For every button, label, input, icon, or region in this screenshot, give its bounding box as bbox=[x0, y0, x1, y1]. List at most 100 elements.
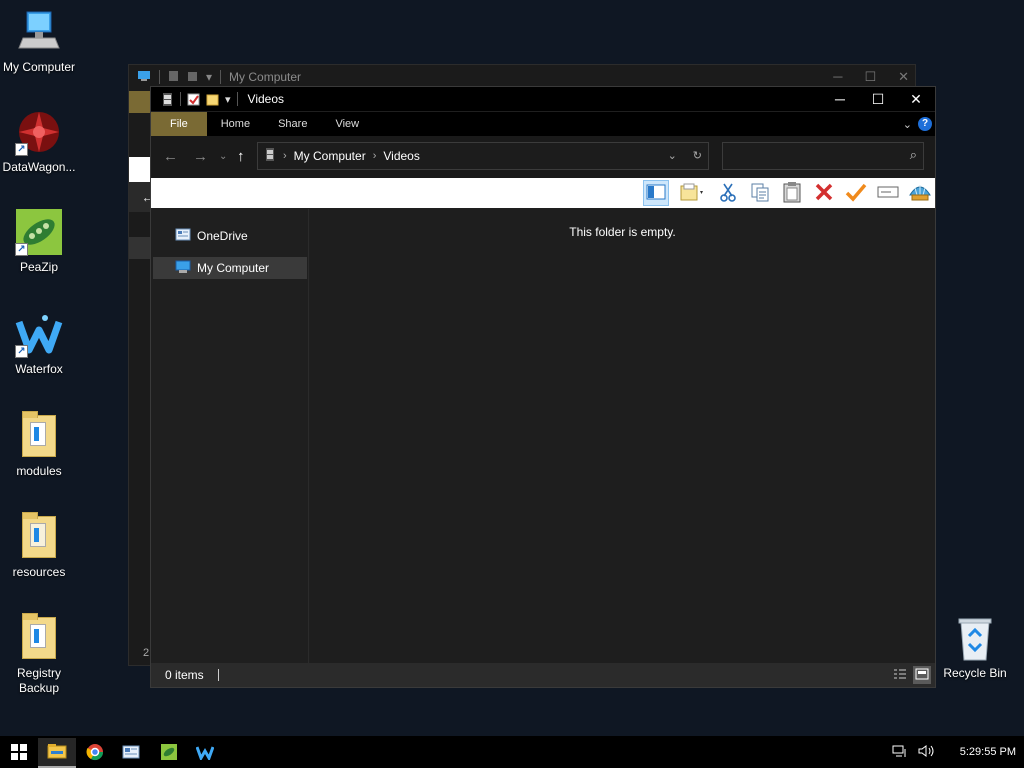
large-icons-view-icon bbox=[915, 668, 929, 683]
forward-arrow-icon[interactable]: → bbox=[193, 148, 208, 165]
copy-button[interactable] bbox=[747, 180, 773, 206]
desktop-icon-datawagon[interactable]: ↗ DataWagon... bbox=[0, 108, 78, 175]
address-row: ← → ⌄ ↑ › My Computer › Videos ⌄ ↻ ⌕ bbox=[151, 136, 935, 178]
taskbar-app-window[interactable] bbox=[112, 738, 150, 768]
breadcrumb-my-computer[interactable]: My Computer bbox=[294, 149, 366, 163]
delete-x-icon bbox=[814, 182, 834, 205]
breadcrumb-videos[interactable]: Videos bbox=[383, 149, 419, 163]
rename-button[interactable] bbox=[875, 180, 901, 206]
dropdown-icon: ▾ bbox=[206, 70, 213, 84]
navigation-pane-button[interactable] bbox=[643, 180, 669, 206]
tab-share[interactable]: Share bbox=[264, 112, 321, 136]
tab-home[interactable]: Home bbox=[207, 112, 264, 136]
desktop-icon-label: Registry Backup bbox=[16, 666, 61, 695]
up-arrow-icon[interactable]: ↑ bbox=[237, 148, 245, 165]
computer-icon bbox=[15, 8, 63, 56]
desktop-icon-resources[interactable]: resources bbox=[0, 512, 78, 580]
nav-item-label: My Computer bbox=[197, 261, 270, 275]
titlebar[interactable]: ▾ Videos ─ ☐ ✕ bbox=[151, 87, 935, 111]
file-list-area[interactable]: This folder is empty. bbox=[310, 209, 935, 665]
search-box[interactable]: ⌕ bbox=[722, 142, 924, 170]
expand-ribbon-icon[interactable]: ⌄ bbox=[903, 118, 912, 131]
system-tray: 5:29:55 PM bbox=[892, 736, 1016, 768]
computer-icon bbox=[137, 70, 151, 85]
folder-icon bbox=[187, 70, 198, 85]
taskbar-file-explorer[interactable] bbox=[38, 738, 76, 768]
recycle-bin-icon bbox=[951, 614, 999, 662]
background-file-tab[interactable] bbox=[129, 91, 151, 113]
address-dropdown-icon[interactable]: ⌄ bbox=[668, 149, 677, 162]
item-count: 0 items bbox=[165, 668, 204, 682]
scissors-icon bbox=[719, 182, 737, 205]
close-icon[interactable]: ✕ bbox=[898, 69, 909, 85]
desktop-icon-label: modules bbox=[16, 464, 62, 478]
start-button[interactable] bbox=[0, 738, 38, 768]
desktop-icon-label: Recycle Bin bbox=[943, 666, 1007, 680]
properties-icon bbox=[168, 70, 179, 85]
computer-icon bbox=[175, 260, 191, 277]
nav-item-onedrive[interactable]: OneDrive bbox=[153, 225, 307, 247]
clock[interactable]: 5:29:55 PM bbox=[960, 746, 1016, 758]
peazip-icon: ↗ bbox=[15, 208, 63, 256]
maximize-icon[interactable]: ☐ bbox=[864, 69, 876, 85]
nav-item-my-computer[interactable]: My Computer bbox=[153, 257, 307, 279]
properties-icon[interactable] bbox=[187, 93, 200, 106]
taskbar-waterfox[interactable] bbox=[186, 738, 224, 768]
layout-icon bbox=[680, 183, 704, 204]
back-arrow-icon[interactable]: ← bbox=[129, 182, 155, 212]
folder-icon bbox=[15, 411, 63, 460]
background-toolbar bbox=[129, 157, 151, 185]
search-icon[interactable]: ⌕ bbox=[910, 147, 917, 163]
customize-quick-access-icon[interactable]: ▾ bbox=[225, 93, 231, 106]
film-icon bbox=[264, 148, 276, 164]
background-nav-selection bbox=[129, 237, 151, 259]
large-icons-view-button[interactable] bbox=[913, 666, 931, 684]
delete-button[interactable] bbox=[811, 180, 837, 206]
windows-logo-icon bbox=[10, 743, 28, 764]
recent-locations-icon[interactable]: ⌄ bbox=[219, 151, 227, 162]
shortcut-arrow-icon: ↗ bbox=[15, 143, 28, 156]
explorer-window[interactable]: ▾ Videos ─ ☐ ✕ File Home Share View ⌄ ? … bbox=[150, 86, 936, 688]
select-check-button[interactable] bbox=[843, 180, 869, 206]
shell-button[interactable] bbox=[907, 180, 933, 206]
maximize-button[interactable]: ☐ bbox=[859, 87, 897, 111]
layout-button[interactable] bbox=[675, 180, 709, 206]
refresh-icon[interactable]: ↻ bbox=[693, 149, 702, 162]
back-arrow-icon[interactable]: ← bbox=[163, 148, 178, 165]
help-icon[interactable]: ? bbox=[918, 117, 932, 131]
background-status-text: 2 bbox=[143, 647, 150, 659]
new-folder-icon[interactable] bbox=[206, 93, 219, 106]
address-bar[interactable]: › My Computer › Videos ⌄ ↻ bbox=[257, 142, 709, 170]
desktop-icon-recycle-bin[interactable]: Recycle Bin bbox=[936, 614, 1014, 681]
taskbar-peazip[interactable] bbox=[150, 738, 188, 768]
folder-icon bbox=[15, 613, 63, 662]
desktop-icon-registry-backup[interactable]: Registry Backup bbox=[0, 613, 78, 696]
command-toolbar bbox=[151, 178, 935, 208]
cut-button[interactable] bbox=[715, 180, 741, 206]
ribbon-tabs: File Home Share View ⌄ ? bbox=[151, 112, 935, 136]
taskbar: 5:29:55 PM bbox=[0, 736, 1024, 768]
desktop-icon-my-computer[interactable]: My Computer bbox=[0, 8, 78, 75]
minimize-button[interactable]: ─ bbox=[821, 87, 859, 111]
details-view-button[interactable] bbox=[891, 666, 909, 684]
volume-icon[interactable] bbox=[918, 744, 936, 761]
desktop-icon-label: Waterfox bbox=[15, 362, 63, 376]
desktop-icon-label: resources bbox=[12, 565, 66, 579]
minimize-icon: ─ bbox=[835, 91, 845, 107]
desktop-icon-peazip[interactable]: ↗ PeaZip bbox=[0, 208, 78, 275]
minimize-icon[interactable]: ─ bbox=[833, 69, 842, 85]
datawagon-icon: ↗ bbox=[15, 108, 63, 156]
desktop-icon-waterfox[interactable]: ↗ Waterfox bbox=[0, 310, 78, 377]
background-window-title: My Computer bbox=[229, 70, 302, 84]
tab-view[interactable]: View bbox=[321, 112, 373, 136]
shortcut-arrow-icon: ↗ bbox=[15, 345, 28, 358]
tab-file[interactable]: File bbox=[151, 112, 207, 136]
taskbar-chrome[interactable] bbox=[76, 738, 114, 768]
close-button[interactable]: ✕ bbox=[897, 87, 935, 111]
search-input[interactable] bbox=[723, 143, 893, 169]
copy-icon bbox=[750, 182, 770, 205]
empty-folder-message: This folder is empty. bbox=[569, 225, 676, 239]
desktop-icon-modules[interactable]: modules bbox=[0, 411, 78, 479]
paste-button[interactable] bbox=[779, 180, 805, 206]
network-icon[interactable] bbox=[892, 744, 908, 761]
